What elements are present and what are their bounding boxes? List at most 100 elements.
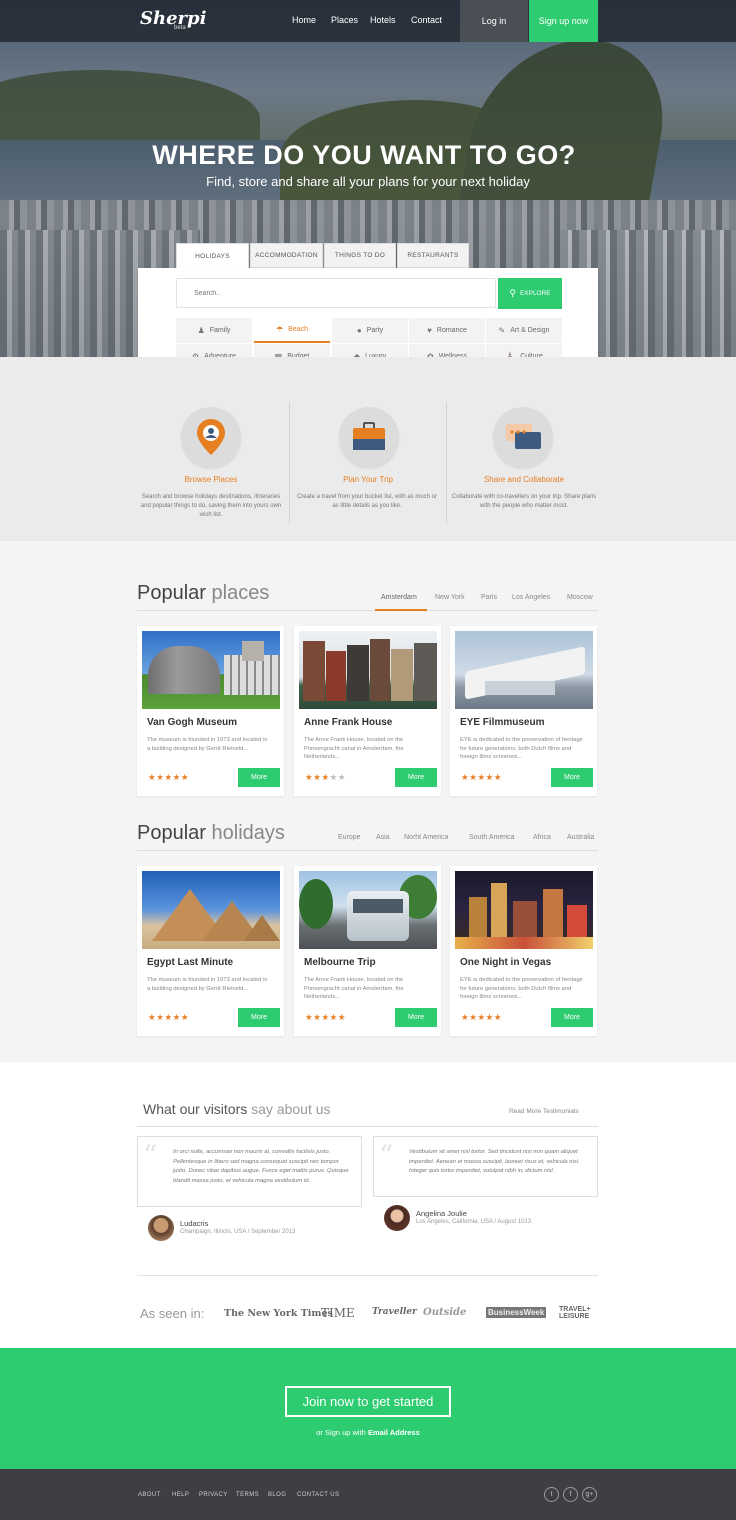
holiday-image-vegas (455, 871, 593, 949)
category-beach[interactable]: ☂ Beach (254, 318, 330, 343)
twitter-icon[interactable]: t (544, 1487, 559, 1502)
rating-stars: ★★★★★ (148, 772, 190, 782)
avatar (148, 1215, 174, 1241)
filter-amsterdam[interactable]: Amsterdam (381, 594, 417, 601)
place-card[interactable]: Van Gogh Museum The museum is founded in… (137, 626, 284, 796)
filter-north-america[interactable]: Norht America (404, 834, 448, 841)
more-button[interactable]: More (551, 1008, 593, 1027)
category-art-design[interactable]: ✎ Art & Design (486, 318, 562, 343)
rating-stars: ★★★★★ (305, 1012, 347, 1022)
filter-south-america[interactable]: South America (469, 834, 515, 841)
section-divider (137, 610, 598, 611)
testimonial-text: Vestibulum sit amet nisl tortor. Sed tin… (409, 1149, 580, 1175)
feature-browse-circle (181, 407, 241, 467)
signup-button[interactable]: Sign up now (529, 0, 598, 42)
filter-asia[interactable]: Asia (376, 834, 390, 841)
category-family[interactable]: ♟ Family (176, 318, 252, 343)
place-image-eye-filmmuseum (455, 631, 593, 709)
more-button[interactable]: More (395, 768, 437, 787)
more-button[interactable]: More (238, 1008, 280, 1027)
footer (0, 1469, 736, 1520)
filter-africa[interactable]: Africa (533, 834, 551, 841)
section-divider (137, 850, 598, 851)
tab-things-to-do[interactable]: THINGS TO DO (324, 243, 396, 268)
category-romance[interactable]: ♥ Romance (409, 318, 485, 343)
quote-icon: “ (379, 1139, 394, 1172)
card-description: The museum is founded in 1973 and locate… (147, 737, 268, 752)
avatar (384, 1205, 410, 1231)
footer-link-privacy[interactable]: PRIVACY (199, 1492, 228, 1498)
feature-desc-browse: Search and browse holidays destinations,… (140, 494, 282, 518)
feature-title-share: Share and Collaborate (483, 475, 565, 484)
holiday-card[interactable]: One Night in Vegas EYE is dedicated to t… (450, 866, 597, 1036)
search-input[interactable] (176, 278, 496, 308)
map-pin-icon (197, 419, 225, 455)
rating-stars: ★★★★★ (461, 1012, 503, 1022)
feature-plan-circle (339, 407, 399, 467)
join-now-button[interactable]: Join now to get started (285, 1386, 451, 1417)
nav-link-hotels[interactable]: Hotels (370, 15, 396, 25)
more-button[interactable]: More (551, 768, 593, 787)
holiday-image-melbourne (299, 871, 437, 949)
as-seen-in-label: As seen in: (140, 1306, 205, 1321)
filter-paris[interactable]: Paris (481, 594, 497, 601)
email-signup-link[interactable]: Email Address (368, 1428, 420, 1437)
filter-australia[interactable]: Australia (567, 834, 594, 841)
holiday-card[interactable]: Egypt Last Minute The museum is founded … (137, 866, 284, 1036)
place-image-anne-frank (299, 631, 437, 709)
nav-link-contact[interactable]: Contact (411, 15, 442, 25)
feature-desc-plan: Create a travel from your bucket list, w… (296, 494, 438, 509)
active-filter-underline (375, 609, 427, 611)
filter-europe[interactable]: Europe (338, 834, 361, 841)
more-button[interactable]: More (395, 1008, 437, 1027)
nav-link-places[interactable]: Places (331, 15, 358, 25)
testimonial-text: In orci nulla, accumsan non mauris at, c… (173, 1149, 349, 1184)
search-icon: ⚲ (509, 288, 516, 298)
heart-icon: ♥ (427, 326, 432, 335)
holiday-card[interactable]: Melbourne Trip The Anne Frank House, loc… (294, 866, 441, 1036)
card-description: EYE is dedicated to the preservation of … (460, 737, 583, 760)
beach-icon: ☂ (275, 325, 284, 334)
popular-places-title: Popular places (137, 582, 270, 604)
tab-accommodation[interactable]: ACCOMMODATION (250, 243, 323, 268)
suitcase-icon (353, 422, 385, 450)
rating-stars: ★★★★★ (461, 772, 503, 782)
card-title[interactable]: Egypt Last Minute (147, 957, 233, 968)
tab-restaurants[interactable]: RESTAURANTS (397, 243, 469, 268)
category-party[interactable]: ● Party (332, 318, 408, 343)
card-title[interactable]: Anne Frank House (304, 717, 392, 728)
cta-alt-signup: or Sign up with Email Address (316, 1428, 420, 1437)
footer-link-terms[interactable]: TERMS (236, 1492, 259, 1498)
footer-link-help[interactable]: HELP (172, 1492, 189, 1498)
footer-link-blog[interactable]: BLOG (268, 1492, 286, 1498)
filter-new-york[interactable]: New York (435, 594, 465, 601)
card-title[interactable]: Van Gogh Museum (147, 717, 237, 728)
press-logo-businessweek: BusinessWeek (486, 1307, 547, 1318)
filter-moscow[interactable]: Moscow (567, 594, 593, 601)
card-title[interactable]: Melbourne Trip (304, 957, 376, 968)
logo-beta-badge: beta (174, 25, 186, 31)
nav-link-home[interactable]: Home (292, 15, 316, 25)
explore-button[interactable]: ⚲ EXPLORE (498, 278, 562, 309)
place-image-van-gogh (142, 631, 280, 709)
footer-link-contact-us[interactable]: CONTACT US (297, 1492, 339, 1498)
card-description: The museum is founded in 1973 and locate… (147, 977, 268, 992)
facebook-icon[interactable]: f (563, 1487, 578, 1502)
card-title[interactable]: One Night in Vegas (460, 957, 551, 968)
card-title[interactable]: EYE Filmmuseum (460, 717, 544, 728)
google-plus-icon[interactable]: g+ (582, 1487, 597, 1502)
more-button[interactable]: More (238, 768, 280, 787)
feature-share-circle (493, 407, 553, 467)
section-divider (137, 1126, 598, 1127)
quote-icon: “ (143, 1139, 158, 1172)
filter-los-angeles[interactable]: Los Angeles (512, 594, 550, 601)
popular-holidays-title: Popular holidays (137, 822, 285, 844)
read-more-testimonials-link[interactable]: Read More Testimonials (509, 1108, 579, 1115)
feature-desc-share: Collaborate with co-travellers on your t… (451, 494, 597, 509)
place-card[interactable]: Anne Frank House The Anne Frank House, l… (294, 626, 441, 796)
place-card[interactable]: EYE Filmmuseum EYE is dedicated to the p… (450, 626, 597, 796)
footer-link-about[interactable]: ABOUT (138, 1492, 161, 1498)
tab-holidays[interactable]: HOLIDAYS (176, 243, 249, 269)
login-button[interactable]: Log in (460, 0, 528, 42)
press-logo-traveller: Traveller (372, 1307, 417, 1317)
